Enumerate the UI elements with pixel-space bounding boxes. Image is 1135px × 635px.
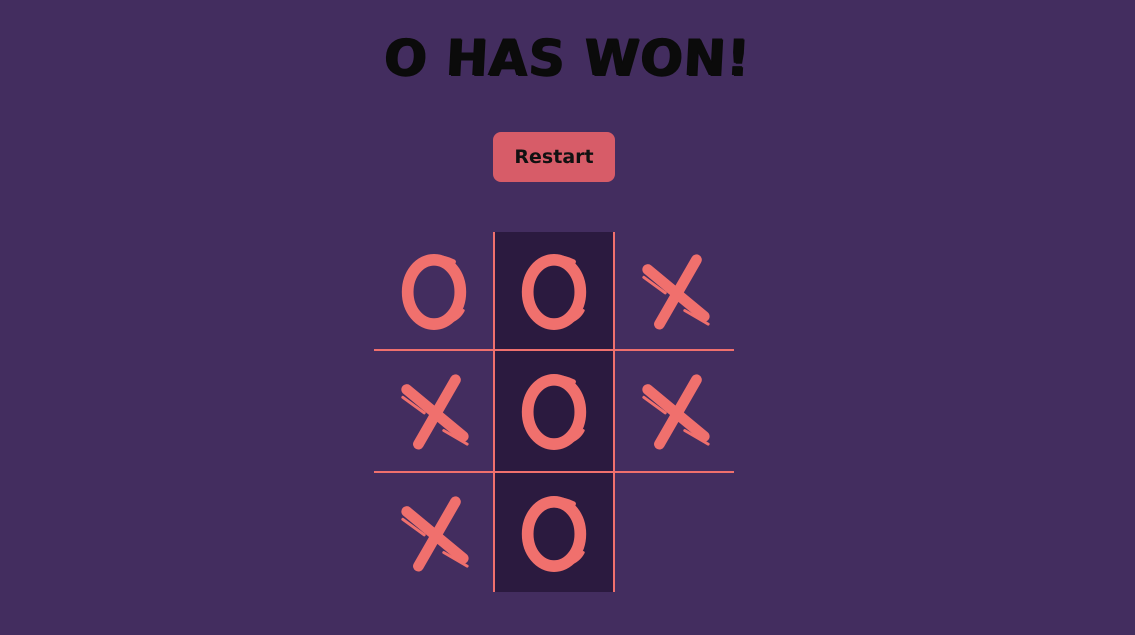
board-cell-1[interactable]	[493, 232, 615, 351]
game-board	[374, 232, 734, 592]
x-mark-icon	[400, 495, 469, 572]
o-mark-icon	[401, 253, 466, 330]
board-cell-4[interactable]	[493, 351, 615, 473]
o-mark-icon	[521, 373, 587, 450]
x-mark-icon	[400, 374, 469, 450]
board-cell-5[interactable]	[615, 351, 734, 473]
board-cell-6[interactable]	[374, 473, 493, 592]
board-cell-2[interactable]	[615, 232, 734, 351]
x-mark-icon	[641, 253, 710, 330]
board-cell-0[interactable]	[374, 232, 493, 351]
board-cell-8[interactable]	[615, 473, 734, 592]
restart-button[interactable]: Restart	[493, 132, 615, 182]
board-cell-3[interactable]	[374, 351, 493, 473]
game-status-title: O HAS WON!	[382, 29, 753, 87]
o-mark-icon	[521, 495, 587, 572]
o-mark-icon	[521, 253, 587, 330]
x-mark-icon	[641, 374, 710, 450]
board-cell-7[interactable]	[493, 473, 615, 592]
